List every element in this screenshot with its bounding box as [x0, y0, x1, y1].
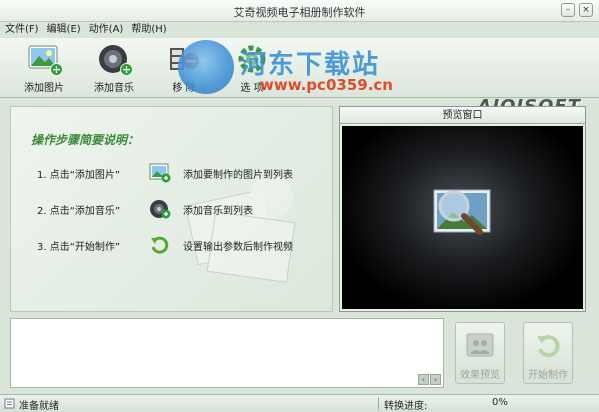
picture-icon: +: [27, 44, 63, 76]
menu-bar: 文件(F) 编辑(E) 动作(A) 帮助(H): [0, 22, 599, 38]
add-picture-button[interactable]: + 添加图片: [14, 44, 74, 94]
watermark: 河东下载站 www.pc0359.cn: [178, 40, 468, 96]
scroll-left-icon[interactable]: ‹: [418, 374, 429, 385]
close-button[interactable]: ×: [579, 3, 593, 17]
scroll-right-icon[interactable]: ›: [430, 374, 441, 385]
menu-edit[interactable]: 编辑(E): [47, 22, 81, 38]
step-label: 2. 点击“添加音乐”: [37, 205, 121, 217]
add-music-label: 添加音乐: [94, 83, 134, 94]
scroll-arrows: ‹ ›: [418, 374, 441, 385]
status-divider: [378, 397, 379, 410]
step-add-picture: 1. 点击“添加图片” 添加要制作的图片到列表: [37, 163, 293, 183]
preview-panel: 预览窗口: [339, 106, 586, 312]
title-bar: 艾奇视频电子相册制作软件 – ×: [0, 0, 599, 22]
step-label: 3. 点击“开始制作”: [37, 241, 121, 253]
window-controls: – ×: [561, 3, 593, 17]
file-list[interactable]: ‹ ›: [10, 318, 444, 388]
effect-preview-button[interactable]: 效果预览: [455, 322, 505, 384]
step-description: 添加要制作的图片到列表: [183, 169, 293, 181]
add-music-button[interactable]: + 添加音乐: [84, 44, 144, 94]
start-make-label: 开始制作: [528, 370, 568, 381]
watermark-logo-icon: [178, 40, 234, 94]
add-picture-label: 添加图片: [24, 83, 64, 94]
start-make-button[interactable]: 开始制作: [523, 322, 573, 384]
preview-screen: [342, 126, 583, 309]
effect-preview-label: 效果预览: [460, 370, 500, 381]
speaker-icon: [149, 199, 171, 219]
status-bar: 准备就绪 转换进度: 0%: [0, 394, 599, 412]
speaker-icon: +: [97, 44, 133, 76]
magnifier-photo-icon: [433, 189, 491, 235]
preview-title: 预览窗口: [340, 107, 585, 124]
step-description: 设置输出参数后制作视频: [183, 241, 293, 253]
refresh-arrow-icon: [533, 331, 563, 361]
menu-action[interactable]: 动作(A): [89, 22, 124, 38]
menu-file[interactable]: 文件(F): [5, 22, 39, 38]
window-title: 艾奇视频电子相册制作软件: [233, 6, 366, 19]
plus-icon: +: [50, 63, 63, 76]
instructions-panel: 操作步骤简要说明： 1. 点击“添加图片” 添加要制作的图片到列表 2. 点击“…: [10, 106, 333, 312]
step-add-music: 2. 点击“添加音乐” 添加音乐到列表: [37, 199, 253, 219]
picture-icon: [149, 163, 171, 183]
document-icon: [4, 398, 16, 409]
status-text: 准备就绪: [19, 401, 59, 412]
progress-value: 0%: [492, 397, 508, 408]
menu-help[interactable]: 帮助(H): [131, 22, 166, 38]
watermark-url: www.pc0359.cn: [260, 76, 393, 94]
progress-label: 转换进度:: [384, 401, 428, 412]
instructions-heading: 操作步骤简要说明：: [31, 133, 140, 147]
step-start-make: 3. 点击“开始制作” 设置输出参数后制作视频: [37, 235, 293, 255]
minimize-button[interactable]: –: [561, 3, 575, 17]
step-label: 1. 点击“添加图片”: [37, 169, 121, 181]
people-preview-icon: [465, 331, 495, 361]
refresh-arrow-icon: [149, 235, 171, 255]
step-description: 添加音乐到列表: [183, 205, 253, 217]
plus-icon: +: [120, 63, 133, 76]
